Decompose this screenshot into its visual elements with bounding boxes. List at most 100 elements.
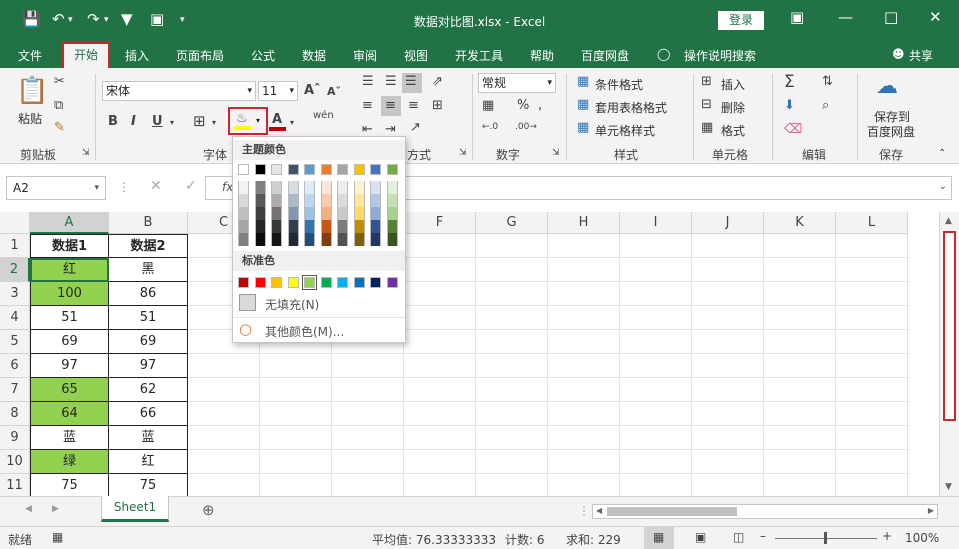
empty-cell[interactable] (692, 426, 764, 450)
theme-shade-swatch[interactable] (254, 194, 266, 207)
empty-cell[interactable] (404, 426, 476, 450)
data-cell[interactable]: 51 (30, 306, 109, 330)
maximize-icon[interactable]: □ (884, 8, 898, 26)
tab-help[interactable]: 帮助 (530, 47, 554, 64)
empty-cell[interactable] (620, 354, 692, 378)
standard-color-swatch[interactable] (370, 277, 381, 288)
align-top-icon[interactable]: ☰ (362, 74, 374, 89)
insert-cells-button[interactable]: 插入 (721, 76, 745, 93)
empty-cell[interactable] (476, 474, 548, 496)
empty-cell[interactable] (764, 450, 836, 474)
theme-shade-swatch[interactable] (271, 181, 282, 194)
column-header[interactable]: A (30, 212, 109, 234)
theme-color-swatch[interactable] (353, 164, 365, 175)
horizontal-scroll-thumb[interactable] (607, 507, 737, 516)
spreadsheet-grid[interactable]: ABCDEFGHIJKL 1数据1数据22红黑31008645151569696… (0, 212, 939, 496)
theme-shade-swatch[interactable] (271, 194, 282, 207)
empty-cell[interactable] (836, 258, 908, 282)
empty-cell[interactable] (620, 258, 692, 282)
empty-cell[interactable] (260, 354, 332, 378)
empty-cell[interactable] (764, 474, 836, 496)
empty-cell[interactable] (476, 426, 548, 450)
data-cell[interactable]: 红 (30, 258, 109, 282)
font-color-dropdown-icon[interactable]: ▾ (290, 118, 294, 127)
name-box[interactable]: A2 ▾ (6, 176, 106, 200)
theme-shade-swatch[interactable] (320, 194, 332, 207)
decrease-decimal-icon[interactable]: .00→ (515, 122, 537, 132)
empty-cell[interactable] (332, 354, 404, 378)
align-center-icon[interactable]: ≡ (385, 98, 396, 113)
theme-shade-swatch[interactable] (304, 207, 315, 220)
theme-color-swatch[interactable] (304, 164, 315, 175)
theme-shade-swatch[interactable] (386, 207, 398, 220)
empty-cell[interactable] (764, 354, 836, 378)
theme-shade-swatch[interactable] (254, 220, 266, 233)
standard-color-swatch[interactable] (386, 277, 398, 288)
column-header[interactable]: I (620, 212, 692, 234)
data-cell[interactable]: 100 (30, 282, 109, 306)
empty-cell[interactable] (548, 306, 620, 330)
empty-cell[interactable] (476, 450, 548, 474)
data-cell[interactable]: 69 (30, 330, 109, 354)
clipboard-launcher-icon[interactable]: ⇲ (82, 148, 90, 158)
empty-cell[interactable] (188, 450, 260, 474)
tab-view[interactable]: 视图 (404, 47, 428, 64)
row-header[interactable]: 6 (0, 354, 30, 378)
theme-shade-swatch[interactable] (353, 233, 365, 246)
data-cell[interactable]: 蓝 (109, 426, 188, 450)
empty-cell[interactable] (692, 450, 764, 474)
select-all-corner[interactable] (0, 212, 30, 234)
theme-shade-swatch[interactable] (271, 233, 282, 246)
orientation-text-icon[interactable]: ↗ (410, 120, 421, 135)
empty-cell[interactable] (692, 402, 764, 426)
standard-color-swatch[interactable] (271, 277, 282, 288)
number-launcher-icon[interactable]: ⇲ (552, 148, 560, 158)
theme-shade-swatch[interactable] (386, 233, 398, 246)
column-header[interactable]: K (764, 212, 836, 234)
empty-cell[interactable] (404, 306, 476, 330)
empty-cell[interactable] (836, 354, 908, 378)
page-break-view-icon[interactable]: ◫ (733, 530, 744, 544)
percent-button[interactable]: % (517, 98, 529, 113)
zoom-in-icon[interactable]: + (882, 529, 892, 543)
row-header[interactable]: 8 (0, 402, 30, 426)
empty-cell[interactable] (476, 306, 548, 330)
empty-cell[interactable] (692, 474, 764, 496)
empty-cell[interactable] (476, 378, 548, 402)
zoom-out-icon[interactable]: – (760, 529, 766, 543)
empty-cell[interactable] (764, 282, 836, 306)
theme-shade-swatch[interactable] (337, 220, 348, 233)
empty-cell[interactable] (476, 282, 548, 306)
empty-cell[interactable] (692, 330, 764, 354)
data-cell[interactable]: 数据2 (109, 234, 188, 258)
fill-down-icon[interactable]: ⬇ (784, 98, 795, 113)
standard-color-swatch[interactable] (320, 277, 332, 288)
empty-cell[interactable] (188, 402, 260, 426)
theme-shade-swatch[interactable] (353, 194, 365, 207)
more-colors-option[interactable]: ○ 其他颜色(M)... (237, 320, 403, 340)
tab-page-layout[interactable]: 页面布局 (176, 47, 224, 64)
data-cell[interactable]: 绿 (30, 450, 109, 474)
data-cell[interactable]: 69 (109, 330, 188, 354)
copy-icon[interactable]: ⧉ (54, 98, 63, 113)
font-size-select[interactable]: 11 ▾ (258, 81, 298, 101)
theme-shade-swatch[interactable] (370, 233, 381, 246)
paste-icon[interactable]: 📋 (16, 76, 48, 106)
empty-cell[interactable] (836, 306, 908, 330)
theme-color-swatch[interactable] (320, 164, 332, 175)
row-header[interactable]: 10 (0, 450, 30, 474)
close-icon[interactable]: ✕ (929, 8, 942, 26)
empty-cell[interactable] (548, 474, 620, 496)
vertical-scrollbar[interactable]: ▲ ▼ (939, 212, 959, 496)
standard-color-swatch[interactable] (353, 277, 365, 288)
empty-cell[interactable] (620, 426, 692, 450)
theme-shade-swatch[interactable] (238, 233, 249, 246)
empty-cell[interactable] (692, 234, 764, 258)
empty-cell[interactable] (692, 258, 764, 282)
row-header[interactable]: 4 (0, 306, 30, 330)
no-fill-option[interactable]: 无填充(N) (237, 293, 403, 313)
prev-sheet-icon[interactable]: ◀ (25, 504, 32, 514)
empty-cell[interactable] (836, 450, 908, 474)
empty-cell[interactable] (764, 306, 836, 330)
align-right-icon[interactable]: ≡ (408, 98, 419, 113)
